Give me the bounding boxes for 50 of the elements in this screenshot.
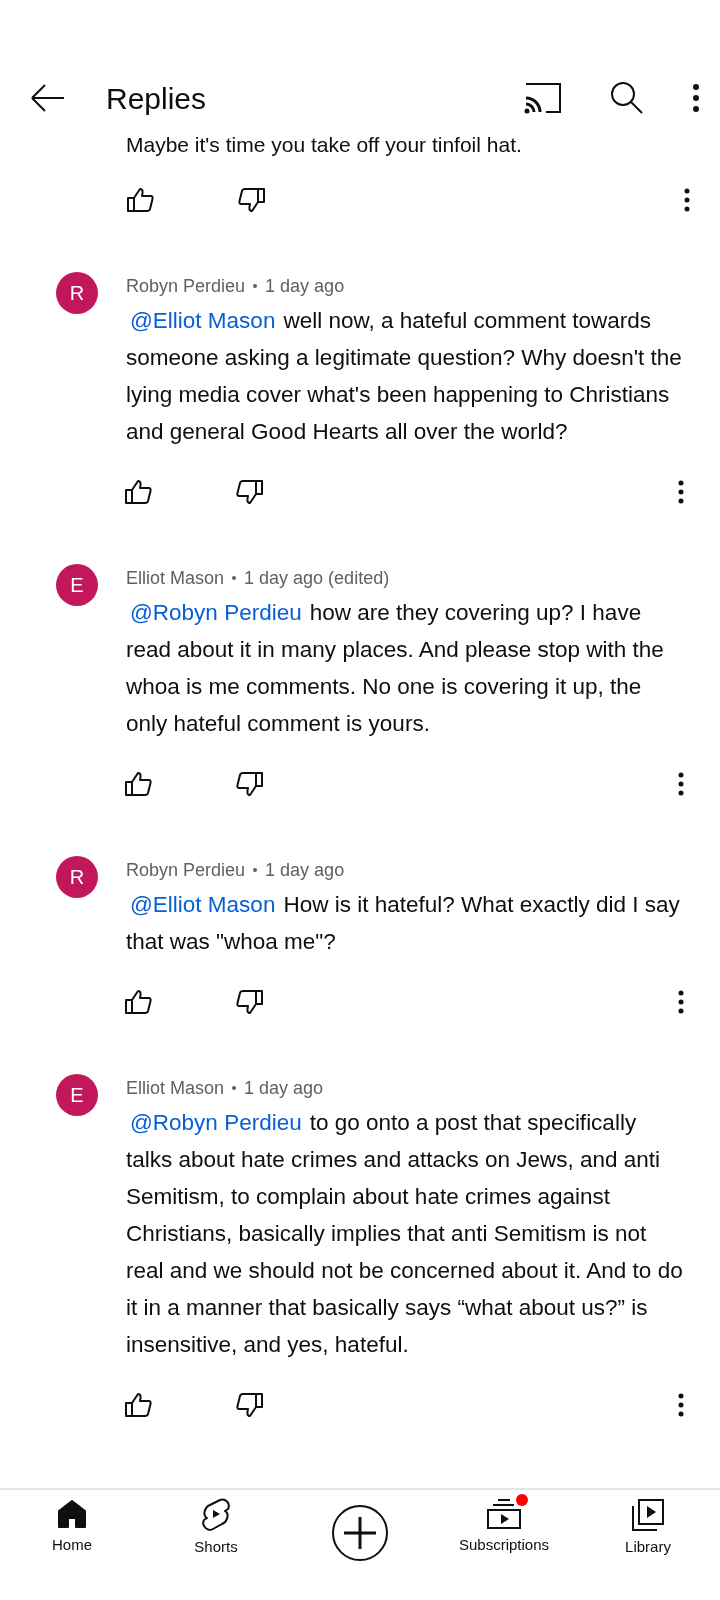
comment-text: Maybe it's time you take off your tinfoil hat. [125,136,523,158]
avatar[interactable]: R [56,856,98,898]
nav-tab[interactable]: Subscriptions [432,1498,576,1557]
timestamp: 1 day ago [265,274,345,298]
author-name: Robyn Perdieu [126,858,246,882]
nav-tab[interactable]: Home [0,1498,144,1557]
mention-link[interactable]: @Robyn Perdieu [130,600,302,625]
like-icon[interactable] [124,479,152,505]
dislike-icon[interactable] [236,771,264,797]
timestamp: 1 day ago (edited) [244,566,390,590]
back-icon[interactable] [30,83,66,113]
avatar[interactable]: E [56,1074,98,1116]
more-icon[interactable] [684,188,690,212]
author-name: Robyn Perdieu [126,274,246,298]
avatar[interactable]: R [56,272,98,314]
timestamp: 1 day ago [244,1076,324,1100]
comment-text: @Elliot Mason How is it hateful? What exactly did I say that was "whoa me"? [126,891,681,956]
like-icon[interactable] [126,187,154,213]
avatar[interactable]: E [56,564,98,606]
dislike-icon[interactable] [238,187,266,213]
cast-icon[interactable] [524,82,562,114]
dislike-icon[interactable] [236,479,264,505]
dislike-icon[interactable] [236,989,264,1015]
mention-link[interactable]: @Elliot Mason [130,308,276,333]
like-icon[interactable] [124,771,152,797]
separator-dot [232,1086,237,1090]
dislike-icon[interactable] [236,1392,264,1418]
nav-tab[interactable]: Library [576,1498,720,1559]
comment-text: @Robyn Perdieu how are they covering up? I have read about it in many places. And please stop with the whoa is me comments. No one is covering it up, the only hateful comment is yours. [126,599,665,738]
add-icon[interactable] [331,1504,389,1562]
mention-link[interactable]: @Elliot Mason [130,892,276,917]
like-icon[interactable] [124,989,152,1015]
author-name: Elliot Mason [126,566,225,590]
comment-text: @Elliot Mason well now, a hateful comment towards someone asking a legitimate question? Why doesn't the lying media cover what's been happening to Christians and general Good Hearts all over the world? [126,307,683,446]
separator-dot [253,284,258,288]
author-name: Elliot Mason [126,1076,225,1100]
separator-dot [232,576,237,580]
page-title: Replies [106,80,208,117]
more-icon[interactable] [692,83,700,113]
more-icon[interactable] [678,772,684,796]
search-icon[interactable] [610,81,644,115]
mention-link[interactable]: @Robyn Perdieu [130,1110,302,1135]
more-icon[interactable] [678,1393,684,1417]
separator-dot [253,868,258,872]
more-icon[interactable] [678,480,684,504]
nav-tab[interactable]: Shorts [144,1498,288,1559]
comment-text: @Robyn Perdieu to go onto a post that specifically talks about hate crimes and attacks on Jews, and anti Semitism, to complain about hate crimes against Christians, basically implies that anti Semitism is not real and we should not be concerned about it. And to do it in a manner that basically says “what about us?” is insensitive, and yes, hateful. [126,1109,684,1359]
like-icon[interactable] [124,1392,152,1418]
timestamp: 1 day ago [265,858,345,882]
more-icon[interactable] [678,990,684,1014]
